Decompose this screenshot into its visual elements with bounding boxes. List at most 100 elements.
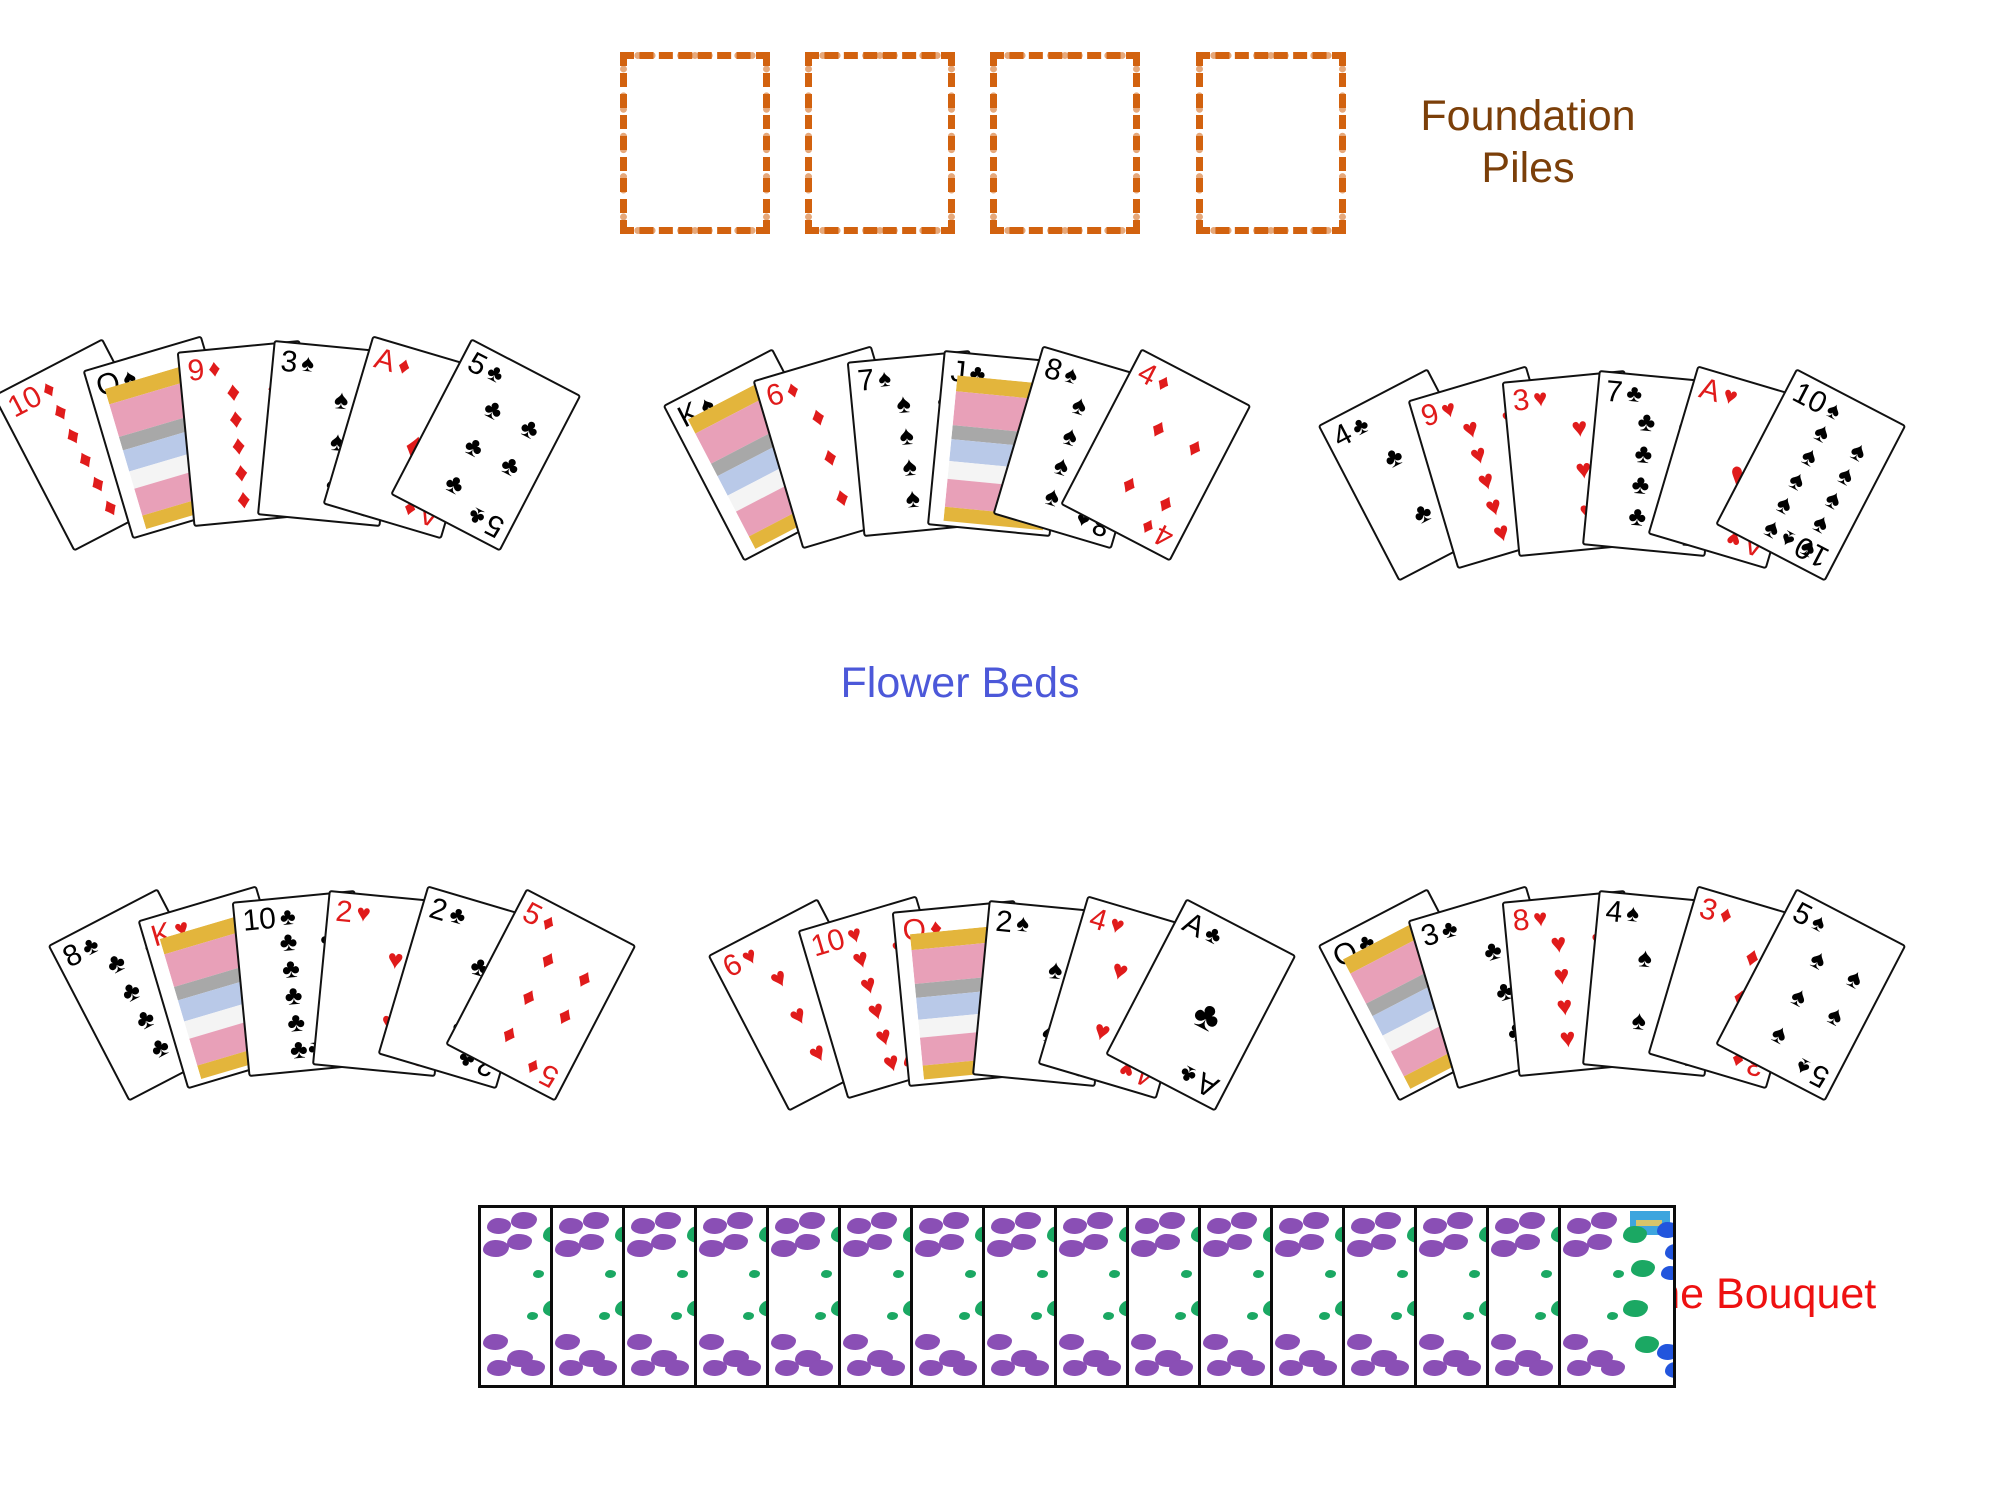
card-back-motif	[1657, 1222, 1673, 1238]
card-back-motif	[749, 1270, 760, 1278]
pip-♠: ♠	[900, 450, 919, 483]
card-back-motif	[1175, 1312, 1186, 1320]
card-back-motif	[627, 1334, 652, 1350]
pip-♥: ♥	[1555, 990, 1574, 1023]
pip-♥: ♥	[803, 1035, 832, 1070]
card-back-motif	[1103, 1312, 1114, 1320]
card-back-motif	[1241, 1360, 1265, 1376]
card-back-motif	[1375, 1212, 1401, 1229]
card-back-motif	[1635, 1336, 1659, 1353]
card-back-motif	[1279, 1218, 1303, 1234]
bouquet-card-back[interactable]	[1558, 1205, 1676, 1388]
pip-♦: ♦	[830, 480, 853, 513]
card-back-motif	[915, 1240, 941, 1257]
pip-♣: ♣	[478, 391, 509, 427]
card-back-motif	[1097, 1360, 1121, 1376]
card-back-motif	[1313, 1360, 1337, 1376]
card-back-motif	[1015, 1212, 1041, 1229]
card-back-motif	[1371, 1234, 1396, 1250]
card-back-motif	[1463, 1312, 1474, 1320]
card-back-motif	[1423, 1360, 1447, 1376]
card-back-motif	[881, 1360, 905, 1376]
card-back-motif	[843, 1240, 869, 1257]
card-corner-index: 4 ♥	[1086, 902, 1128, 943]
card-back-motif	[1227, 1234, 1252, 1250]
pip-♦: ♦	[1116, 467, 1143, 501]
pip-♣: ♣	[115, 973, 146, 1009]
card-back-motif	[483, 1334, 508, 1350]
pip-♣: ♣	[1636, 406, 1657, 438]
pip-♠: ♠	[1630, 1004, 1648, 1037]
card-back-motif	[1491, 1334, 1516, 1350]
card-suit-icon: ♠	[1015, 909, 1031, 938]
card-back-motif	[1011, 1234, 1036, 1250]
card-back-motif	[1131, 1334, 1156, 1350]
card-back-motif	[1391, 1312, 1402, 1320]
card-rank: 7	[1604, 374, 1625, 410]
foundation-pile-4[interactable]	[1196, 52, 1346, 234]
card-back-motif	[959, 1312, 970, 1320]
card-back-motif	[939, 1234, 964, 1250]
card-back-motif	[631, 1360, 655, 1376]
card-back-motif	[507, 1234, 532, 1250]
card-rank: 9	[186, 353, 206, 388]
card-rank: A	[1695, 371, 1725, 410]
pip-♣: ♣	[440, 466, 470, 501]
card-back-motif	[1535, 1312, 1546, 1320]
card-back-motif	[919, 1360, 943, 1376]
pip-♠: ♠	[1805, 942, 1833, 976]
pip-♣: ♣	[144, 1029, 175, 1065]
card-back-motif	[775, 1360, 799, 1376]
card-suit-icon: ♠	[300, 349, 316, 378]
pip-♣: ♣	[1378, 439, 1409, 475]
card-back-motif	[1623, 1300, 1648, 1317]
card-back-motif	[487, 1218, 511, 1234]
card-suit-icon: ♥	[355, 899, 372, 929]
card-back-motif	[987, 1240, 1013, 1257]
card-rank: 7	[856, 363, 876, 398]
bouquet-stock-pile[interactable]	[478, 1205, 1676, 1388]
card-back-motif	[847, 1218, 871, 1234]
card-back-motif	[1623, 1226, 1647, 1243]
pip-♦: ♦	[572, 961, 599, 995]
foundation-pile-1[interactable]	[620, 52, 770, 234]
card-back-motif	[1347, 1334, 1372, 1350]
pip-♥: ♥	[1552, 959, 1571, 991]
card-back-motif	[483, 1240, 509, 1257]
card-back-motif	[1031, 1312, 1042, 1320]
card-back-motif	[671, 1312, 682, 1320]
card-back-motif	[1253, 1270, 1264, 1278]
card-back-motif	[737, 1360, 761, 1376]
foundation-pile-2[interactable]	[805, 52, 955, 234]
bouquet-label: The Bouquet	[1630, 1270, 1877, 1318]
pip-♠: ♠	[1041, 479, 1064, 513]
card-back-motif	[631, 1218, 655, 1234]
card-back-motif	[1563, 1334, 1588, 1350]
pip-♦: ♦	[535, 942, 562, 976]
card-back-motif	[847, 1360, 871, 1376]
card-back-motif	[1495, 1218, 1519, 1234]
card-rank: 4	[1604, 894, 1625, 930]
card-back-motif	[919, 1218, 943, 1234]
foundation-pile-3[interactable]	[990, 52, 1140, 234]
card-back-motif	[743, 1312, 754, 1320]
card-back-motif	[1231, 1212, 1257, 1229]
card-back-motif	[1567, 1218, 1591, 1234]
card-back-motif	[723, 1234, 748, 1250]
card-back-motif	[1275, 1240, 1301, 1257]
card-back-motif	[991, 1218, 1015, 1234]
card-back-motif	[703, 1218, 727, 1234]
card-back-motif	[1063, 1218, 1087, 1234]
pip-♠: ♠	[1636, 942, 1654, 974]
card-back-motif	[867, 1234, 892, 1250]
pip-♥: ♥	[1570, 411, 1589, 443]
card-back-motif	[605, 1270, 616, 1278]
pip-♠: ♠	[1822, 998, 1849, 1032]
card-back-motif	[965, 1270, 976, 1278]
card-back-motif	[1519, 1212, 1545, 1229]
card-back-motif	[1563, 1240, 1589, 1257]
card-back-motif	[771, 1334, 796, 1350]
foundation-piles-label: Foundation Piles	[1420, 92, 1636, 193]
card-back-motif	[699, 1240, 725, 1257]
pip-♦: ♦	[225, 376, 242, 408]
